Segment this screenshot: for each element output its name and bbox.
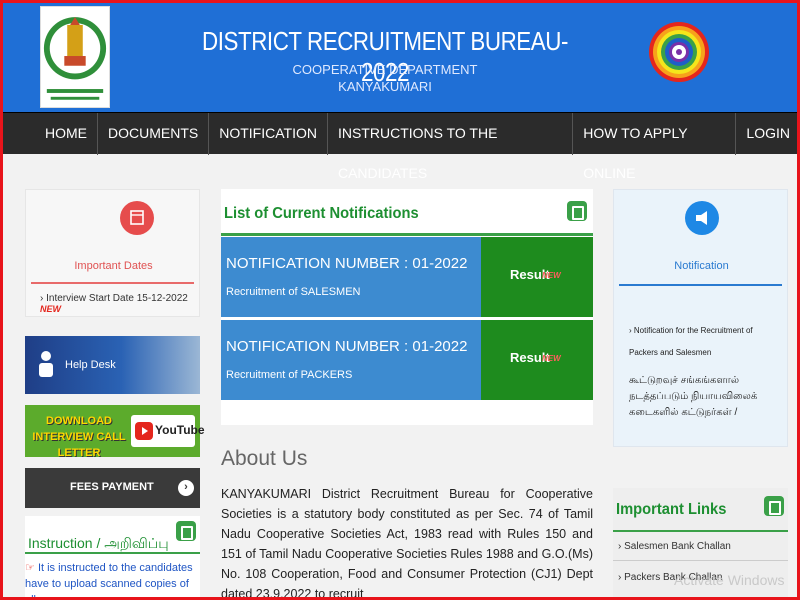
pointing-hand-icon: ☞ — [25, 562, 35, 574]
edit-icon — [567, 201, 587, 221]
notification-number: NOTIFICATION NUMBER : 01-2022 — [226, 338, 468, 355]
notification-recruitment-link[interactable]: › Notification for the Recruitment of Pa… — [629, 320, 779, 364]
youtube-logo[interactable]: YouTube — [131, 415, 205, 447]
site-header: DISTRICT RECRUITMENT BUREAU-2022 COOPERA… — [0, 0, 800, 112]
notification-card-salesmen: NOTIFICATION NUMBER : 01-2022 Recruitmen… — [221, 237, 593, 317]
new-badge: NEW — [40, 304, 61, 314]
nav-home[interactable]: HOME — [35, 113, 98, 155]
download-call-letter-label: DOWNLOAD INTERVIEW CALL LETTER — [32, 415, 126, 459]
notification-tamil-text: கூட்டுறவுச் சங்கங்களால் நடத்தப்படும் நிய… — [629, 375, 758, 418]
salesmen-bank-challan-label: Salesmen Bank Challan — [624, 541, 731, 552]
instruction-text-link[interactable]: ☞ It is instructed to the candidates hav… — [25, 560, 200, 600]
cooperative-logo — [648, 6, 710, 98]
help-desk-label: Help Desk — [65, 359, 116, 371]
youtube-play-icon — [135, 422, 153, 440]
important-dates-title: Important Dates — [74, 260, 153, 272]
current-notifications-divider — [221, 233, 593, 236]
instruction-divider — [25, 552, 200, 554]
site-subtitle-district: KANYAKUMARI — [338, 79, 432, 94]
nav-documents[interactable]: DOCUMENTS — [98, 113, 210, 155]
fees-payment-label: FEES PAYMENT — [70, 481, 154, 493]
tamilnadu-emblem-logo — [40, 6, 110, 108]
notification-subtitle: Recruitment of SALESMEN — [226, 286, 361, 298]
about-us-title: About Us — [221, 447, 308, 470]
current-notifications-title: List of Current Notifications — [224, 205, 419, 222]
edit-icon — [764, 496, 784, 516]
edit-icon — [176, 521, 196, 541]
important-dates-panel: Important Dates › Interview Start Date 1… — [25, 189, 200, 317]
salesmen-bank-challan-link[interactable]: › Salesmen Bank Challan — [618, 541, 731, 552]
notification-info[interactable]: NOTIFICATION NUMBER : 01-2022 Recruitmen… — [221, 320, 481, 400]
interview-date-link[interactable]: › Interview Start Date 15-12-2022 NEW — [40, 293, 199, 315]
help-desk-banner[interactable]: Help Desk — [25, 336, 200, 394]
result-button-packers[interactable]: Result NEW — [481, 320, 593, 400]
important-links-divider — [613, 530, 788, 532]
nav-instructions[interactable]: INSTRUCTIONS TO THE CANDIDATES — [328, 113, 574, 181]
notification-card-packers: NOTIFICATION NUMBER : 01-2022 Recruitmen… — [221, 320, 593, 400]
calendar-icon — [120, 201, 154, 235]
instruction-panel: Instruction / அறிவிப்பு ☞ It is instruct… — [25, 516, 200, 600]
nav-notification[interactable]: NOTIFICATION — [209, 113, 328, 155]
about-us-text: KANYAKUMARI District Recruitment Bureau … — [221, 487, 593, 600]
interview-date-text: Interview Start Date 15-12-2022 — [46, 293, 188, 304]
notification-panel-divider — [619, 284, 782, 286]
fees-payment-button[interactable]: FEES PAYMENT › — [25, 468, 200, 508]
result-button-salesmen[interactable]: Result NEW — [481, 237, 593, 317]
notification-number: NOTIFICATION NUMBER : 01-2022 — [226, 255, 468, 272]
instruction-text: It is instructed to the candidates have … — [25, 562, 193, 600]
helpdesk-person-icon — [39, 351, 53, 377]
main-nav: HOME DOCUMENTS NOTIFICATION INSTRUCTIONS… — [0, 112, 800, 181]
download-call-letter-banner[interactable]: DOWNLOAD INTERVIEW CALL LETTER YouTube — [25, 405, 205, 459]
site-subtitle-department: COOPERATIVE DEPARTMENT — [292, 62, 478, 77]
notification-subtitle: Recruitment of PACKERS — [226, 369, 353, 381]
youtube-label: YouTube — [155, 423, 205, 437]
chevron-right-icon: › — [178, 480, 194, 496]
notification-recruitment-text: Notification for the Recruitment of Pack… — [629, 326, 753, 357]
activate-windows-watermark: Activate Windows — [674, 572, 785, 588]
megaphone-icon — [685, 201, 719, 235]
important-dates-divider — [31, 282, 194, 284]
important-links-title: Important Links — [616, 501, 727, 518]
notification-info[interactable]: NOTIFICATION NUMBER : 01-2022 Recruitmen… — [221, 237, 481, 317]
notification-panel-title: Notification — [674, 260, 729, 272]
new-badge: NEW — [542, 354, 561, 363]
notification-panel: Notification › Notification for the Recr… — [613, 189, 788, 447]
links-separator — [613, 560, 788, 561]
nav-how-to-apply[interactable]: HOW TO APPLY ONLINE — [573, 113, 737, 181]
nav-login[interactable]: LOGIN — [736, 113, 800, 155]
new-badge: NEW — [542, 271, 561, 280]
